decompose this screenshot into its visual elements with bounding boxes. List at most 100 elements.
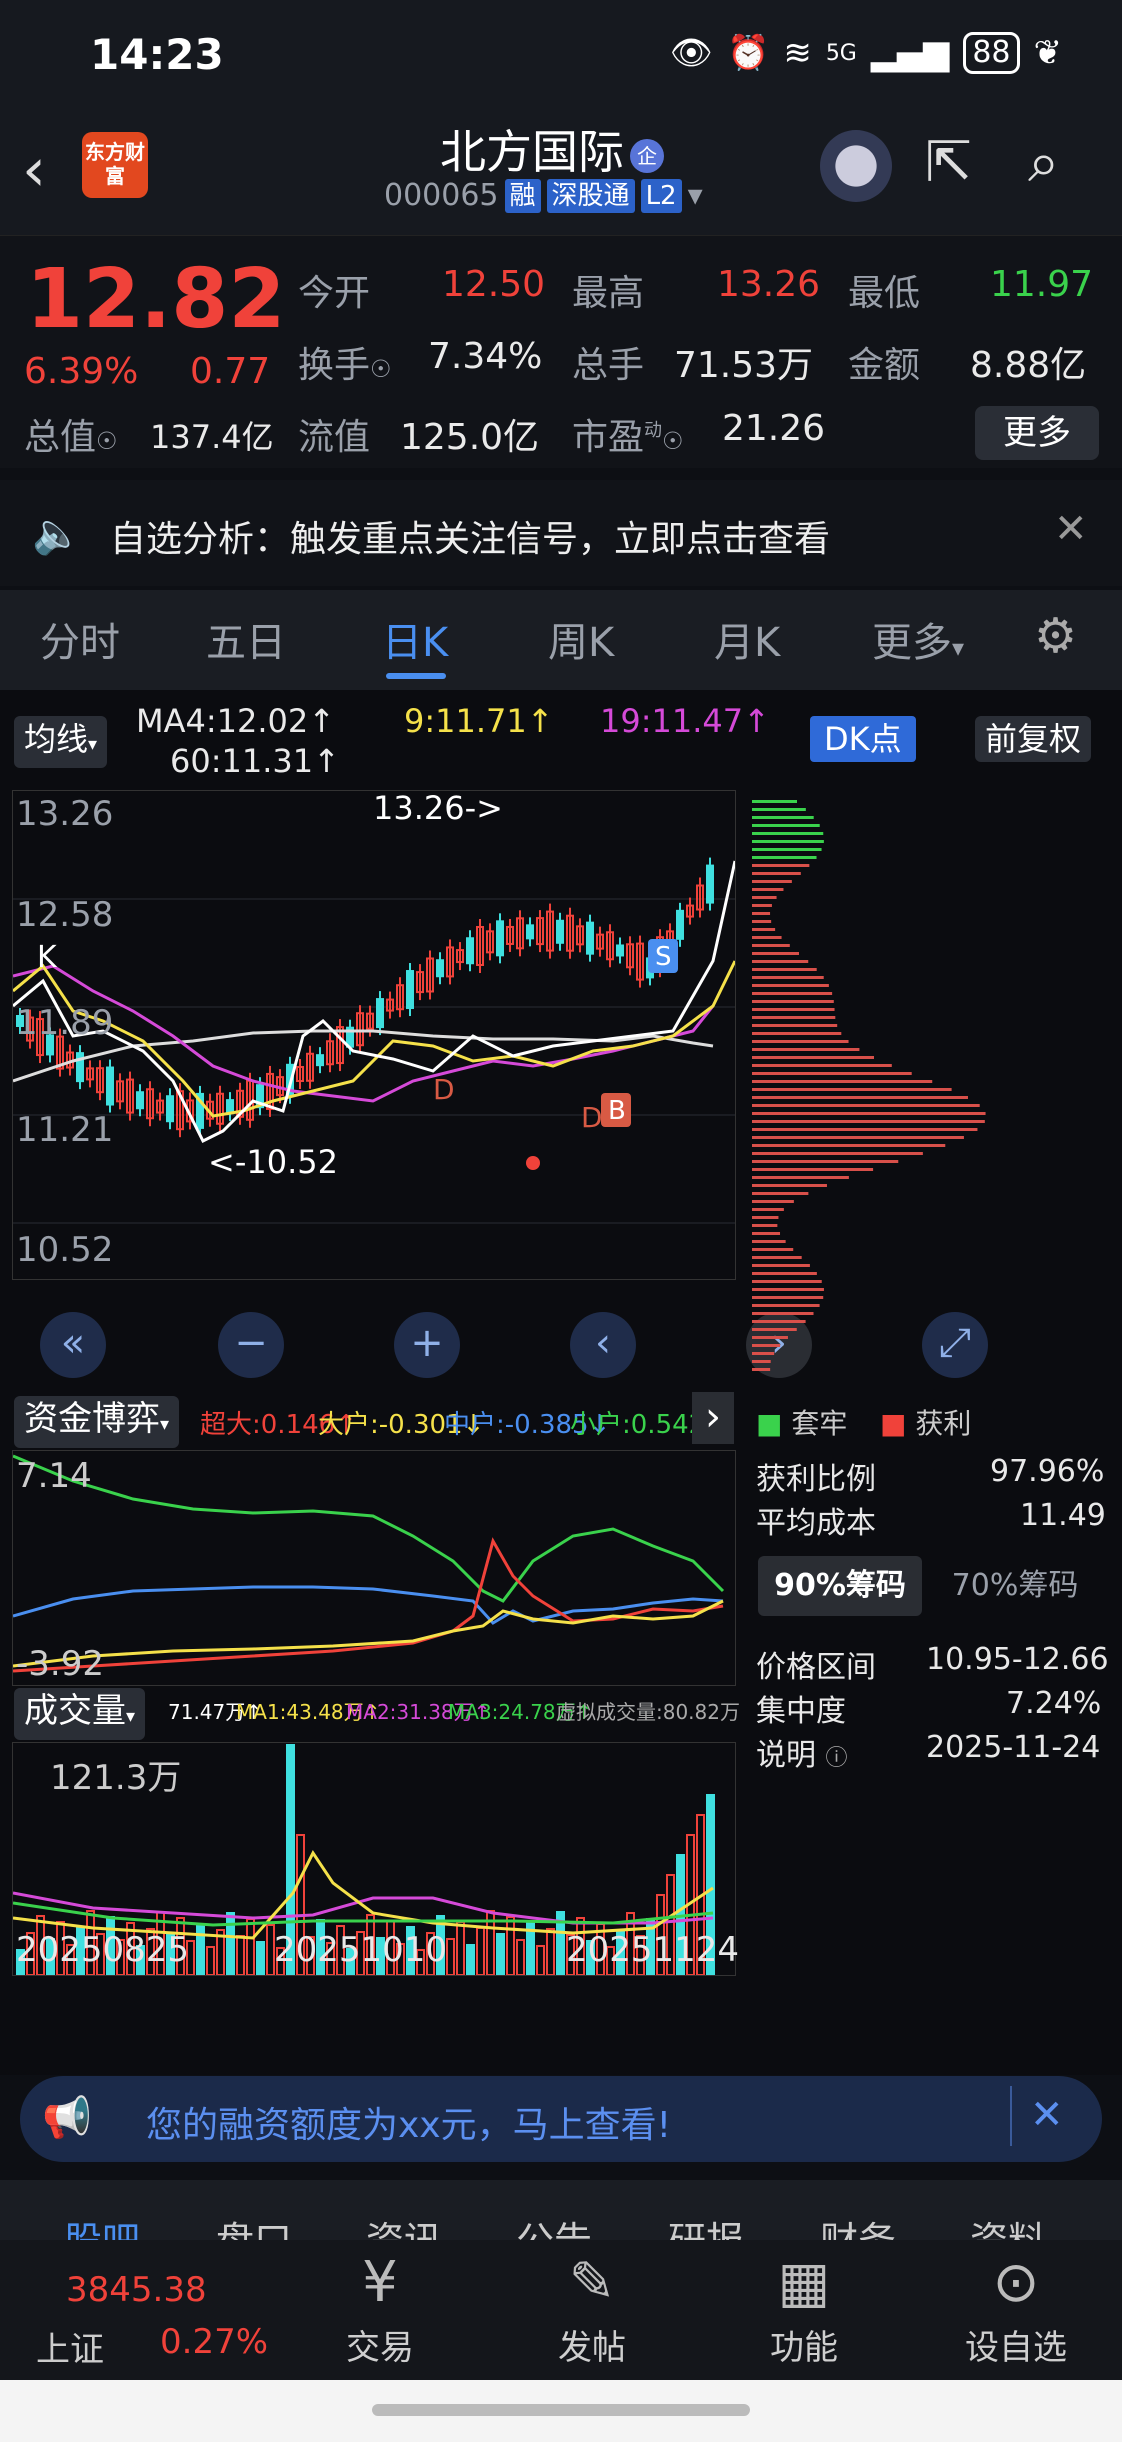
dk-button[interactable]: DK点 bbox=[810, 716, 916, 762]
chip-bar bbox=[752, 896, 777, 899]
banner-text: 您的融资额度为xx元，马上查看! bbox=[146, 2105, 672, 2146]
capital-selector[interactable]: 资金博弈▾ bbox=[14, 1396, 180, 1448]
volume-bar bbox=[236, 1935, 245, 1976]
stock-code-row[interactable]: 000065 融 深股通 L2 ▾ bbox=[384, 178, 703, 213]
chip-bar bbox=[752, 816, 814, 819]
y-label-3: 11.89 bbox=[16, 1003, 114, 1043]
zoom-out-icon[interactable]: − bbox=[218, 1312, 284, 1378]
volume-value: 71.53万 bbox=[674, 345, 814, 386]
speaker-icon: 🔈 bbox=[32, 511, 82, 557]
tab-weekly[interactable]: 周K bbox=[548, 610, 614, 668]
chip-bar bbox=[752, 1280, 822, 1283]
avg-cost: 11.49 bbox=[1020, 1498, 1106, 1533]
high-value: 13.26 bbox=[717, 264, 821, 305]
chip-bar bbox=[752, 1344, 781, 1347]
kline-panel[interactable]: 13.26-> <-10.52 S B D D K bbox=[12, 789, 737, 1280]
gear-icon[interactable]: ⚙ bbox=[1034, 608, 1077, 664]
stock-title: 北方国际企 bbox=[440, 116, 664, 182]
chip-bar bbox=[752, 976, 824, 979]
app-logo[interactable]: 东方财富 bbox=[82, 132, 148, 198]
price-range: 10.95-12.66 bbox=[926, 1642, 1109, 1677]
tab-monthly[interactable]: 月K bbox=[714, 610, 780, 668]
rewind-icon[interactable]: « bbox=[40, 1312, 106, 1378]
k-marker: K bbox=[37, 940, 58, 975]
chips-70-button[interactable]: 70%筹码 bbox=[940, 1556, 1090, 1616]
turnover-label[interactable]: 换手☉ bbox=[298, 336, 392, 388]
mktcap-label[interactable]: 总值☉ bbox=[24, 408, 118, 460]
volume-bar bbox=[476, 1927, 485, 1976]
index-value[interactable]: 3845.38 bbox=[66, 2270, 207, 2310]
post-icon[interactable]: ✎ bbox=[512, 2250, 672, 2315]
banner-close-icon[interactable]: ✕ bbox=[1030, 2092, 1064, 2138]
open-value: 12.50 bbox=[442, 264, 546, 305]
share-icon[interactable]: ⇱ bbox=[925, 130, 972, 195]
trade-icon[interactable]: ¥ bbox=[300, 2250, 460, 2315]
home-indicator[interactable] bbox=[372, 2404, 750, 2416]
search-icon[interactable]: ⌕ bbox=[1028, 130, 1059, 196]
tag-l2: L2 bbox=[640, 178, 682, 213]
chip-bar bbox=[752, 1056, 875, 1059]
volume-bar bbox=[456, 1921, 465, 1976]
date-label-1: 20250825 bbox=[16, 1930, 190, 1970]
note-label[interactable]: 说明 ⓘ bbox=[756, 1730, 848, 1774]
chip-bar bbox=[752, 1312, 814, 1315]
chip-bar bbox=[752, 1288, 824, 1291]
chip-distribution[interactable] bbox=[752, 790, 1092, 1390]
tab-5day[interactable]: 五日 bbox=[206, 610, 286, 668]
amount-label: 金额 bbox=[848, 345, 921, 386]
d-marker-1: D bbox=[433, 1073, 455, 1106]
chip-bar bbox=[752, 1136, 964, 1139]
pe-label[interactable]: 市盈动☉ bbox=[572, 408, 684, 460]
assistant-avatar-icon[interactable] bbox=[820, 130, 892, 202]
enterprise-badge[interactable]: 企 bbox=[630, 138, 664, 173]
trade-label[interactable]: 交易 bbox=[300, 2320, 460, 2369]
current-dot bbox=[526, 1156, 540, 1170]
eye-icon: 👁 bbox=[669, 33, 713, 73]
watchlist-icon[interactable]: ⊙ bbox=[936, 2250, 1096, 2315]
chip-bar bbox=[752, 952, 799, 955]
chart-area: 均线▾ MA4:12.02↑ 9:11.71↑ 19:11.47↑ 60:11.… bbox=[0, 690, 1122, 2075]
watchlist-label[interactable]: 设自选 bbox=[936, 2320, 1096, 2369]
high-label: 最高 bbox=[572, 273, 645, 314]
close-icon[interactable]: ✕ bbox=[1054, 506, 1088, 552]
function-icon[interactable]: ▦ bbox=[724, 2250, 884, 2315]
notice-bar[interactable]: 🔈 自选分析：触发重点关注信号，立即点击查看 ✕ bbox=[0, 480, 1122, 586]
promo-banner[interactable]: 📢 您的融资额度为xx元，马上查看! ✕ bbox=[20, 2076, 1102, 2162]
capital-panel[interactable] bbox=[12, 1450, 736, 1686]
volume-selector[interactable]: 成交量▾ bbox=[14, 1688, 146, 1740]
back-icon[interactable]: ‹ bbox=[22, 135, 46, 205]
ma-selector[interactable]: 均线▾ bbox=[14, 716, 108, 768]
function-label[interactable]: 功能 bbox=[724, 2320, 884, 2369]
adjust-button[interactable]: 前复权 bbox=[975, 716, 1092, 762]
tab-more[interactable]: 更多▾ bbox=[872, 610, 964, 668]
tab-minute[interactable]: 分时 bbox=[40, 610, 120, 668]
volume-label: 总手 bbox=[572, 345, 645, 386]
chip-bar bbox=[752, 984, 829, 987]
chip-bar bbox=[752, 1184, 827, 1187]
index-change[interactable]: 0.27% bbox=[160, 2322, 268, 2362]
volume-bar bbox=[496, 1933, 505, 1976]
tag-connect: 深股通 bbox=[546, 178, 635, 213]
chip-bar bbox=[752, 1192, 809, 1195]
range-label: 价格区间 bbox=[756, 1650, 876, 1685]
chips-90-button[interactable]: 90%筹码 bbox=[758, 1556, 922, 1616]
index-name[interactable]: 上证 bbox=[36, 2322, 104, 2371]
y-label-5: 10.52 bbox=[16, 1230, 114, 1270]
post-label[interactable]: 发帖 bbox=[512, 2320, 672, 2369]
more-button[interactable]: 更多 bbox=[975, 406, 1099, 460]
chip-bar bbox=[752, 1040, 849, 1043]
status-icons: 👁 ⏰ ≋ 5G ▂▄▆ 88 ❦ bbox=[670, 32, 1062, 74]
avg-cost-label: 平均成本 bbox=[756, 1506, 876, 1541]
chip-bar bbox=[752, 1016, 836, 1019]
chip-bar bbox=[752, 1048, 860, 1051]
cell-signal-icon: ▂▄▆ bbox=[870, 33, 950, 73]
tab-daily[interactable]: 日K bbox=[382, 610, 448, 668]
chevron-right-icon[interactable]: › bbox=[692, 1392, 734, 1444]
chip-bar bbox=[752, 1104, 980, 1107]
chip-bar bbox=[752, 968, 817, 971]
zoom-in-icon[interactable]: + bbox=[394, 1312, 460, 1378]
chip-bar bbox=[752, 1232, 781, 1235]
prev-icon[interactable]: ‹ bbox=[570, 1312, 636, 1378]
signal-icon: 5G bbox=[825, 40, 857, 66]
ma4-label: MA4:12.02↑ bbox=[136, 702, 336, 740]
